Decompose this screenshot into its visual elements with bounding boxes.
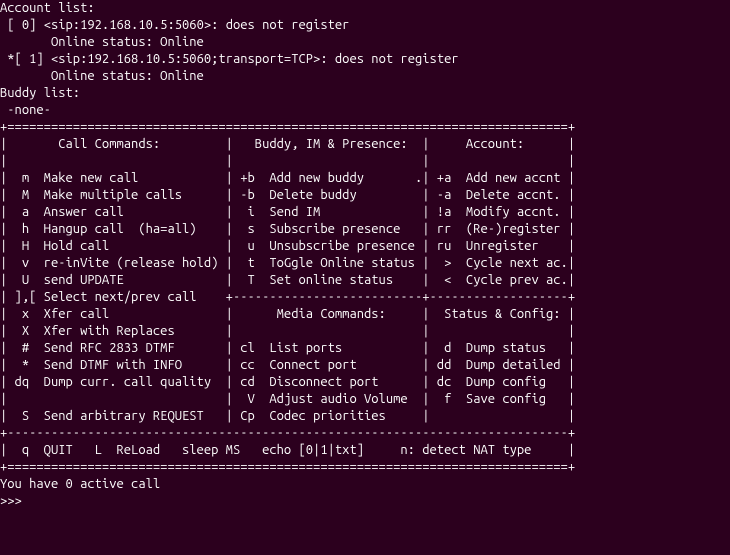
rule-bot: +=======================================… — [0, 459, 730, 476]
buddy-list-header: Buddy list: — [0, 85, 730, 102]
cmd-row: | dq Dump curr. call quality | cd Discon… — [0, 374, 730, 391]
account-uri: <sip:192.168.10.5:5060> — [44, 18, 211, 32]
terminal-screen: Account list: [ 0] <sip:192.168.10.5:506… — [0, 0, 730, 510]
account-index: [ 0] — [0, 18, 44, 32]
account-row: *[ 1] <sip:192.168.10.5:5060;transport=T… — [0, 51, 730, 68]
cmd-row: | * Send DTMF with INFO | cc Connect por… — [0, 357, 730, 374]
section-row: | x Xfer call | Media Commands: | Status… — [0, 306, 730, 323]
cmd-row: | M Make multiple calls | -b Delete budd… — [0, 187, 730, 204]
header-blank: | | | | — [0, 153, 730, 170]
cmd-row: | m Make new call | +b Add new buddy .| … — [0, 170, 730, 187]
account-row: [ 0] <sip:192.168.10.5:5060>: does not r… — [0, 17, 730, 34]
active-call-status: You have 0 active call — [0, 476, 730, 493]
cmd-row: | h Hangup call (ha=all) | s Subscribe p… — [0, 221, 730, 238]
account-list-header: Account list: — [0, 0, 730, 17]
cmd-row: | # Send RFC 2833 DTMF | cl List ports |… — [0, 340, 730, 357]
account-status: Online status: Online — [0, 34, 730, 51]
header-row: | Call Commands: | Buddy, IM & Presence:… — [0, 136, 730, 153]
cmd-row: | X Xfer with Replaces | | | — [0, 323, 730, 340]
cmd-row: | | V Adjust audio Volume | f Save confi… — [0, 391, 730, 408]
cmd-row: | v re-inVite (release hold) | t ToGgle … — [0, 255, 730, 272]
account-index: *[ 1] — [0, 52, 51, 66]
buddy-none: -none- — [0, 102, 730, 119]
cmd-row: | S Send arbitrary REQUEST | Cp Codec pr… — [0, 408, 730, 425]
cmd-row: | ],[ Select next/prev call +-----------… — [0, 289, 730, 306]
account-status: Online status: Online — [0, 68, 730, 85]
account-reg: : does not register — [211, 18, 349, 32]
account-uri: <sip:192.168.10.5:5060;transport=TCP> — [51, 52, 320, 66]
cmd-row: | H Hold call | u Unsubscribe presence |… — [0, 238, 730, 255]
cmd-row: | U send UPDATE | T Set online status | … — [0, 272, 730, 289]
prompt[interactable]: >>> — [0, 493, 730, 510]
footer-cmd-row: | q QUIT L ReLoad sleep MS echo [0|1|txt… — [0, 442, 730, 459]
account-reg: : does not register — [320, 52, 458, 66]
rule-mid: +---------------------------------------… — [0, 425, 730, 442]
cmd-row: | a Answer call | i Send IM | !a Modify … — [0, 204, 730, 221]
rule-top: +=======================================… — [0, 119, 730, 136]
